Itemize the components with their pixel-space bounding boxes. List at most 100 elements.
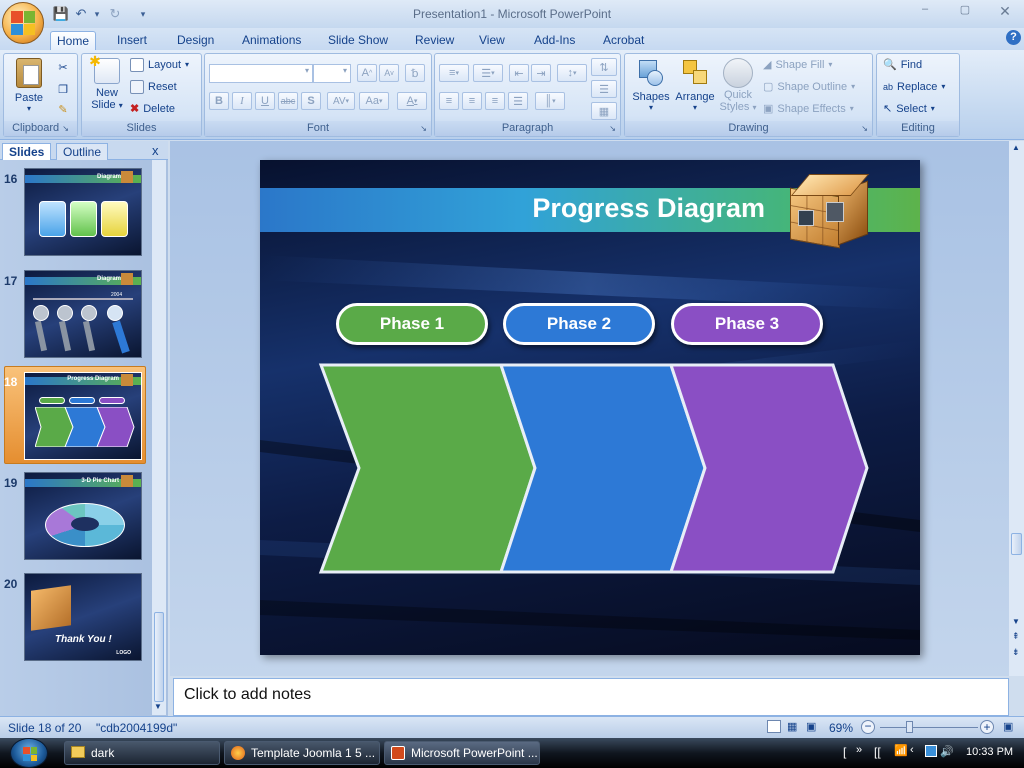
columns-icon[interactable]: ║ ▾ <box>535 92 565 110</box>
paragraph-launcher-icon[interactable]: ↘ <box>609 121 616 136</box>
scrollbar-thumb[interactable] <box>1011 533 1022 555</box>
tab-slides[interactable]: Slides <box>2 143 52 160</box>
font-name-combo[interactable]: ▾ <box>209 64 313 83</box>
find-button[interactable]: 🔍 Find <box>883 56 922 74</box>
scroll-down-icon[interactable]: ▼ <box>154 702 162 711</box>
new-slide-button[interactable]: ✱ New Slide ▾ <box>87 53 127 111</box>
select-button[interactable]: ↖ Select ▾ <box>883 100 935 118</box>
text-shadow-button[interactable]: S <box>301 92 321 110</box>
notes-pane[interactable]: Click to add notes <box>173 678 1009 716</box>
slide-thumbnail-16[interactable]: Diagram <box>24 168 142 256</box>
cut-icon[interactable]: ✂ <box>54 58 72 76</box>
font-color-button[interactable]: A ▾ <box>397 92 427 110</box>
close-button[interactable]: ✕ <box>995 3 1015 19</box>
tray-volume-icon[interactable]: 🔊 <box>940 745 954 758</box>
tray-chevron-icon[interactable]: » <box>856 744 862 756</box>
shapes-button[interactable]: Shapes ▾ <box>629 58 673 112</box>
next-slide-icon[interactable]: ⇟ <box>1012 647 1020 658</box>
zoom-slider[interactable] <box>880 727 978 728</box>
close-pane-icon[interactable]: x <box>152 143 159 158</box>
smartart-icon[interactable]: ▦ <box>591 102 617 120</box>
font-size-dropdown-icon[interactable]: ▾ <box>343 66 347 75</box>
bullets-icon[interactable]: ≡ ▾ <box>439 64 469 82</box>
slide-title[interactable]: Progress Diagram <box>260 193 765 224</box>
scroll-down-icon[interactable]: ▼ <box>1012 617 1020 626</box>
chevron-phase-1[interactable] <box>318 363 537 574</box>
decrease-indent-icon[interactable]: ⇤ <box>509 64 529 82</box>
slide-thumbnail-18[interactable]: Progress Diagram <box>24 372 142 460</box>
tab-review[interactable]: Review <box>409 31 460 50</box>
text-direction-icon[interactable]: ⇅ <box>591 58 617 76</box>
delete-button[interactable]: ✖ Delete <box>130 100 175 118</box>
slide-thumbnail-19[interactable]: 3-D Pie Chart <box>24 472 142 560</box>
tray-monitor-icon[interactable] <box>925 745 937 757</box>
format-painter-icon[interactable]: ✎ <box>54 100 72 118</box>
align-right-icon[interactable]: ≡ <box>485 92 505 110</box>
strikethrough-button[interactable]: abc <box>278 92 298 110</box>
replace-button[interactable]: ab Replace ▾ <box>883 78 945 96</box>
tab-add-ins[interactable]: Add-Ins <box>528 31 581 50</box>
layout-button[interactable]: Layout ▾ <box>130 56 189 74</box>
align-text-icon[interactable]: ☰ <box>591 80 617 98</box>
shape-fill-button[interactable]: ◢ Shape Fill ▾ <box>763 56 832 74</box>
slides-pane-scrollbar[interactable]: ▼ <box>152 160 166 715</box>
shrink-font-icon[interactable]: Av <box>379 64 399 82</box>
slide-show-icon[interactable]: ▣ <box>806 720 816 733</box>
shape-effects-button[interactable]: ▣ Shape Effects ▾ <box>763 100 854 118</box>
quick-styles-button[interactable]: Quick Styles ▾ <box>717 58 759 113</box>
arrange-button[interactable]: Arrange ▾ <box>673 58 717 112</box>
slide-sorter-icon[interactable]: ▦ <box>787 720 797 733</box>
bold-button[interactable]: B <box>209 92 229 110</box>
scrollbar-thumb[interactable] <box>154 612 164 702</box>
clipboard-launcher-icon[interactable]: ↘ <box>62 124 69 133</box>
zoom-slider-thumb[interactable] <box>906 721 913 733</box>
align-center-icon[interactable]: ≡ <box>462 92 482 110</box>
minimize-button[interactable]: – <box>915 3 935 19</box>
tab-home[interactable]: Home <box>50 31 97 50</box>
zoom-in-icon[interactable]: + <box>980 720 994 734</box>
tab-outline[interactable]: Outline <box>56 143 109 160</box>
office-button[interactable] <box>2 2 44 44</box>
font-name-dropdown-icon[interactable]: ▾ <box>305 66 309 75</box>
scroll-up-icon[interactable]: ▲ <box>1012 143 1020 152</box>
align-left-icon[interactable]: ≡ <box>439 92 459 110</box>
taskbar-item-dark[interactable]: dark <box>64 741 220 765</box>
shape-outline-button[interactable]: ▢ Shape Outline ▾ <box>763 78 855 96</box>
underline-button[interactable]: U <box>255 92 275 110</box>
clear-formatting-icon[interactable]: ␢ <box>405 64 425 82</box>
justify-icon[interactable]: ☰ <box>508 92 528 110</box>
tab-animations[interactable]: Animations <box>236 31 307 50</box>
phase-1-pill[interactable]: Phase 1 <box>336 303 488 345</box>
phase-2-pill[interactable]: Phase 2 <box>503 303 655 345</box>
fit-slide-icon[interactable]: ▣ <box>1003 720 1013 733</box>
numbering-icon[interactable]: ☰ ▾ <box>473 64 503 82</box>
help-icon[interactable]: ? <box>1006 30 1021 45</box>
italic-button[interactable]: I <box>232 92 252 110</box>
paste-button[interactable]: Paste ▾ <box>8 58 50 113</box>
grow-font-icon[interactable]: A ^ <box>357 64 377 82</box>
font-size-combo[interactable]: ▾ <box>313 64 351 83</box>
normal-view-icon[interactable] <box>767 720 781 733</box>
change-case-button[interactable]: Aa ▾ <box>359 92 389 110</box>
tray-language-icon[interactable]: [[ <box>874 745 881 759</box>
line-spacing-icon[interactable]: ↕ ▾ <box>557 64 587 82</box>
start-button[interactable] <box>10 738 48 768</box>
taskbar-item-firefox[interactable]: Template Joomla 1 5 ... <box>224 741 380 765</box>
slide-thumbnail-17[interactable]: Diagram 2004 <box>24 270 142 358</box>
tab-acrobat[interactable]: Acrobat <box>597 31 650 50</box>
drawing-launcher-icon[interactable]: ↘ <box>861 121 868 136</box>
tab-slide-show[interactable]: Slide Show <box>322 31 394 50</box>
previous-slide-icon[interactable]: ⇞ <box>1012 631 1020 642</box>
tab-view[interactable]: View <box>473 31 511 50</box>
taskbar-item-powerpoint[interactable]: Microsoft PowerPoint ... <box>384 741 540 765</box>
character-spacing-button[interactable]: AV ▾ <box>327 92 355 110</box>
slide-canvas[interactable]: Progress Diagram Phase 1 Phase 2 Phase 3 <box>260 160 920 655</box>
taskbar-clock[interactable]: 10:33 PM <box>966 746 1013 758</box>
slide-thumbnail-20[interactable]: Thank You ! LOGO <box>24 573 142 661</box>
tray-arrow-icon[interactable]: ‹ <box>910 744 914 756</box>
phase-3-pill[interactable]: Phase 3 <box>671 303 823 345</box>
reset-button[interactable]: Reset <box>130 78 177 96</box>
copy-icon[interactable]: ❐ <box>54 80 72 98</box>
font-launcher-icon[interactable]: ↘ <box>420 121 427 136</box>
tab-insert[interactable]: Insert <box>111 31 153 50</box>
